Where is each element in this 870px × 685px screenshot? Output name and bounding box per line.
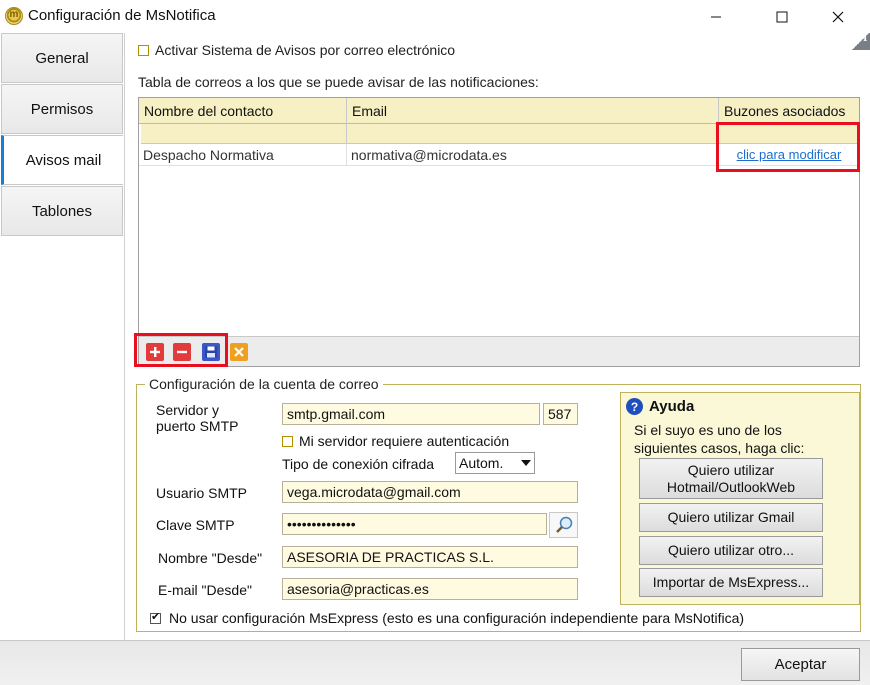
- tab-general[interactable]: General: [1, 33, 123, 83]
- minimize-button[interactable]: [693, 0, 739, 33]
- autenticacion-checkbox-row[interactable]: Mi servidor requiere autenticación: [282, 433, 509, 449]
- usuario-label: Usuario SMTP: [156, 485, 248, 501]
- cancel-edit-button[interactable]: [230, 343, 248, 361]
- nombre-desde-input[interactable]: ASESORIA DE PRACTICAS S.L.: [282, 546, 578, 568]
- no-usar-msexpress-row[interactable]: No usar configuración MsExpress (esto es…: [150, 610, 744, 626]
- tab-avisos-mail[interactable]: Avisos mail: [1, 135, 123, 185]
- otro-proveedor-button[interactable]: Quiero utilizar otro...: [639, 536, 823, 565]
- highlight-buzones-column: [716, 122, 860, 172]
- no-usar-msexpress-checkbox[interactable]: [150, 610, 161, 624]
- magnifier-icon: [555, 516, 572, 533]
- column-header-nombre[interactable]: Nombre del contacto: [139, 98, 347, 124]
- puerto-smtp-input[interactable]: 587: [543, 403, 578, 425]
- cell-nombre[interactable]: Despacho Normativa: [139, 144, 347, 166]
- ayuda-title: Ayuda: [649, 398, 695, 415]
- new-row-email-cell[interactable]: [347, 124, 719, 144]
- maximize-icon: [776, 11, 788, 22]
- close-button[interactable]: [815, 0, 861, 33]
- close-icon: [832, 11, 844, 22]
- cuenta-correo-legend: Configuración de la cuenta de correo: [145, 376, 383, 392]
- clave-label: Clave SMTP: [156, 517, 235, 533]
- minimize-icon: [711, 16, 721, 17]
- aceptar-button[interactable]: Aceptar: [741, 648, 860, 681]
- servidor-smtp-input[interactable]: smtp.gmail.com: [282, 403, 540, 425]
- clave-smtp-input[interactable]: ••••••••••••••: [282, 513, 547, 535]
- no-usar-msexpress-label: No usar configuración MsExpress (esto es…: [169, 610, 745, 626]
- hotmail-button-line1: Quiero utilizar: [687, 461, 775, 478]
- email-desde-label: E-mail "Desde": [158, 582, 252, 598]
- cell-email[interactable]: normativa@microdata.es: [347, 144, 719, 166]
- activar-avisos-checkbox[interactable]: [138, 44, 149, 56]
- servidor-label-line2: puerto SMTP: [156, 418, 239, 434]
- grid-toolbar: [139, 336, 859, 366]
- info-icon[interactable]: i: [851, 33, 870, 50]
- column-header-email[interactable]: Email: [347, 98, 719, 124]
- grid-header: Nombre del contacto Email Buzones asocia…: [139, 98, 859, 124]
- servidor-label: Servidor y puerto SMTP: [156, 402, 238, 434]
- new-row-nombre-cell[interactable]: [139, 124, 347, 144]
- tab-permisos[interactable]: Permisos: [1, 84, 123, 134]
- footer-bar: [0, 640, 870, 685]
- msnotifica-app-icon: m: [5, 7, 23, 25]
- servidor-label-line1: Servidor y: [156, 402, 220, 418]
- hotmail-button-line2: Hotmail/OutlookWeb: [666, 478, 796, 495]
- email-desde-input[interactable]: asesoria@practicas.es: [282, 578, 578, 600]
- maximize-button[interactable]: [759, 0, 805, 33]
- autenticacion-label: Mi servidor requiere autenticación: [299, 433, 510, 449]
- importar-msexpress-button[interactable]: Importar de MsExpress...: [639, 568, 823, 597]
- gmail-button[interactable]: Quiero utilizar Gmail: [639, 503, 823, 532]
- help-icon: ?: [626, 398, 643, 415]
- cancel-icon: [234, 347, 244, 357]
- column-header-buzones[interactable]: Buzones asociados: [719, 98, 859, 124]
- activar-avisos-checkbox-row[interactable]: Activar Sistema de Avisos por correo ele…: [138, 42, 455, 58]
- activar-avisos-label: Activar Sistema de Avisos por correo ele…: [155, 42, 456, 58]
- tab-tablones[interactable]: Tablones: [1, 186, 123, 236]
- mostrar-clave-button[interactable]: [549, 512, 578, 538]
- chevron-down-icon[interactable]: [518, 453, 534, 473]
- usuario-smtp-input[interactable]: vega.microdata@gmail.com: [282, 481, 578, 503]
- autenticacion-checkbox[interactable]: [282, 435, 293, 447]
- tabla-correos-label: Tabla de correos a los que se puede avis…: [138, 74, 539, 90]
- cifrado-label: Tipo de conexión cifrada: [282, 456, 435, 472]
- ayuda-text: Si el suyo es uno de los siguientes caso…: [634, 422, 805, 456]
- nombre-desde-label: Nombre "Desde": [158, 550, 263, 566]
- highlight-toolbar-buttons: [134, 333, 228, 367]
- window-title: Configuración de MsNotifica: [28, 7, 216, 24]
- hotmail-button[interactable]: Quiero utilizar Hotmail/OutlookWeb: [639, 458, 823, 499]
